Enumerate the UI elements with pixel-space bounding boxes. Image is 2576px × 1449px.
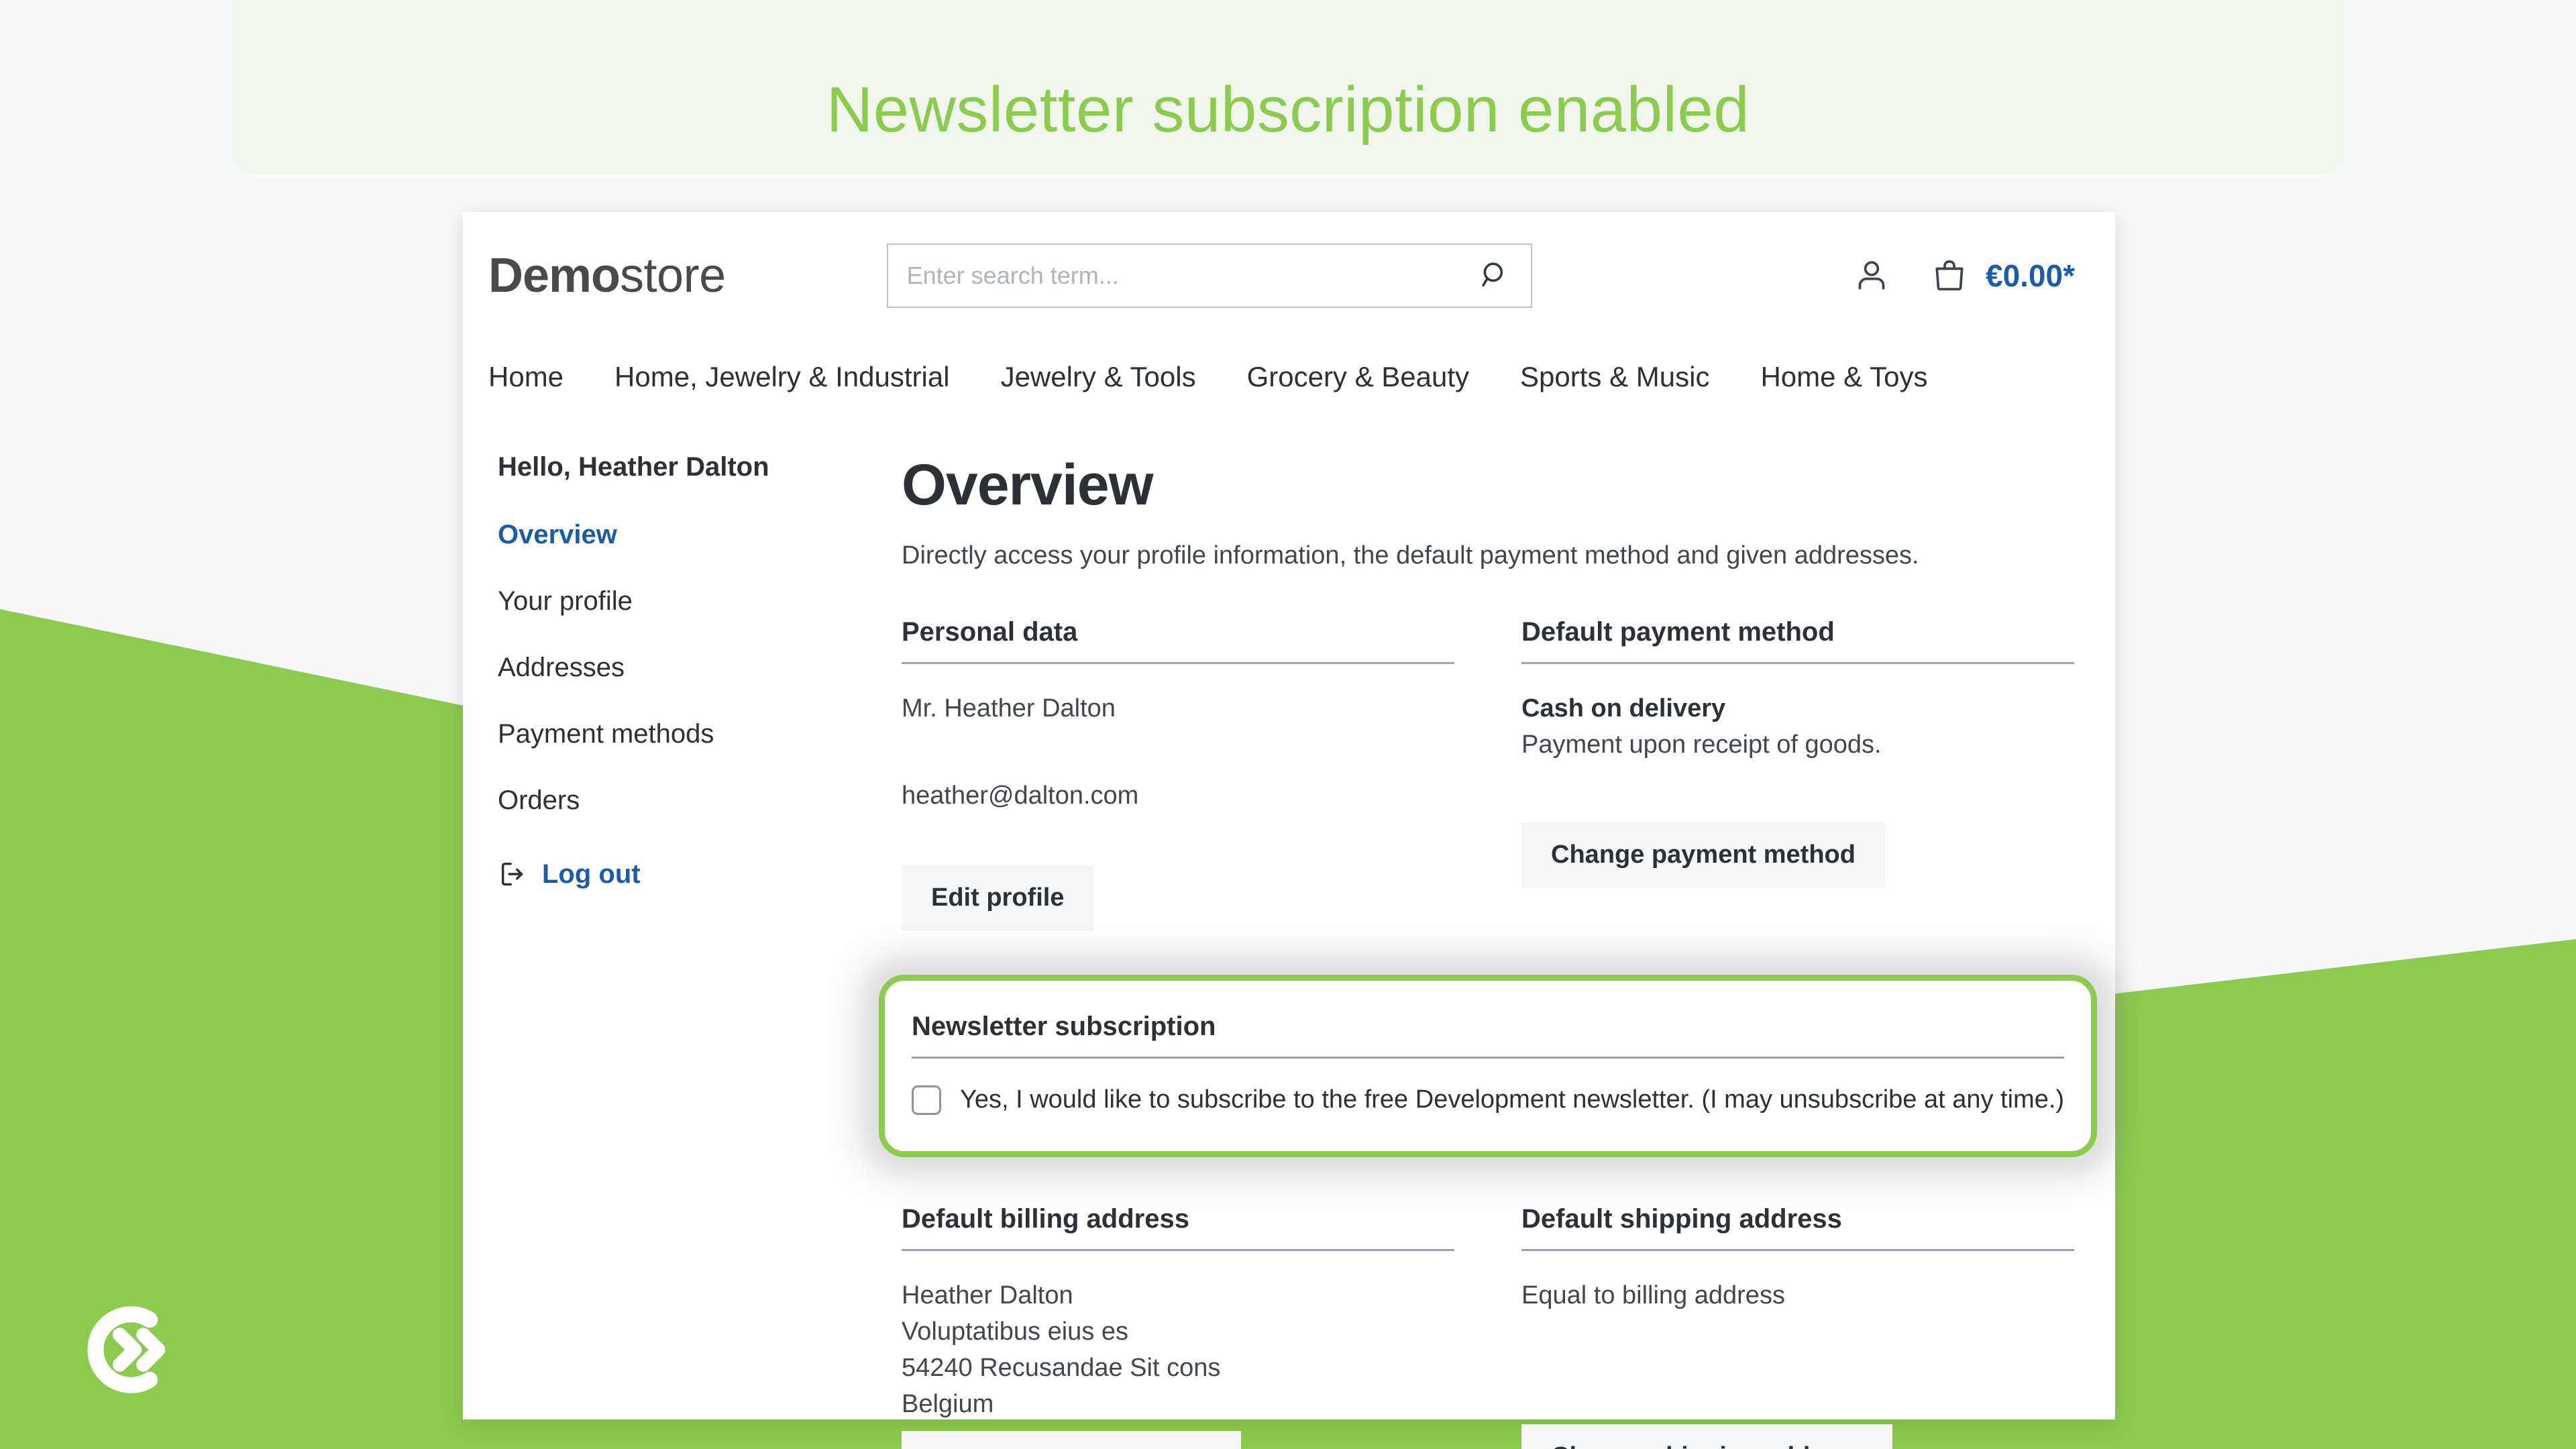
billing-address-line4: Belgium	[902, 1389, 994, 1418]
shop-logo[interactable]: Demostore	[488, 252, 726, 300]
sidebar-item-your-profile[interactable]: Your profile	[498, 586, 877, 616]
edit-profile-button[interactable]: Edit profile	[902, 865, 1094, 930]
main-navigation: Home Home, Jewelry & Industrial Jewelry …	[463, 339, 2115, 415]
status-banner-title: Newsletter subscription enabled	[826, 74, 1750, 146]
billing-address-section: Default billing address Heather Dalton V…	[902, 1204, 1455, 1449]
account-sidebar: Hello, Heather Dalton Overview Your prof…	[488, 452, 877, 1449]
newsletter-checkbox[interactable]	[912, 1085, 941, 1115]
payment-method-section: Default payment method Cash on delivery …	[1521, 617, 2075, 930]
shopping-bag-icon	[1935, 260, 1964, 290]
account-button[interactable]	[1853, 257, 1890, 294]
personal-data-email: heather@dalton.com	[902, 781, 1139, 810]
newsletter-subscription-section: Newsletter subscription Yes, I would lik…	[879, 974, 2098, 1157]
payment-method-heading: Default payment method	[1521, 617, 2075, 664]
account-content: Overview Directly access your profile in…	[877, 452, 2101, 1449]
billing-address-line3: 54240 Recusandae Sit cons	[902, 1353, 1221, 1382]
sidebar-greeting: Hello, Heather Dalton	[498, 452, 769, 482]
user-icon	[1858, 261, 1885, 290]
nav-item-grocery-beauty[interactable]: Grocery & Beauty	[1247, 361, 1469, 393]
logout-icon	[501, 862, 523, 886]
nav-item-sports-music[interactable]: Sports & Music	[1520, 361, 1709, 393]
sidebar-item-addresses[interactable]: Addresses	[498, 653, 877, 683]
newsletter-checkbox-label: Yes, I would like to subscribe to the fr…	[960, 1085, 2065, 1114]
payment-method-description: Payment upon receipt of goods.	[1521, 730, 1882, 759]
shipping-address-heading: Default shipping address	[1521, 1204, 2075, 1251]
nav-item-home-toys[interactable]: Home & Toys	[1760, 361, 1927, 393]
billing-address-heading: Default billing address	[902, 1204, 1455, 1251]
sidebar-item-orders[interactable]: Orders	[498, 786, 877, 816]
sidebar-item-payment-methods[interactable]: Payment methods	[498, 719, 877, 749]
page-subtitle: Directly access your profile information…	[902, 541, 1919, 570]
account-body: Hello, Heather Dalton Overview Your prof…	[463, 415, 2115, 1449]
c-chevron-logo-icon	[87, 1306, 166, 1393]
payment-method-name: Cash on delivery	[1521, 694, 1726, 722]
search-input[interactable]	[906, 262, 1477, 290]
personal-data-section: Personal data Mr. Heather Dalton heather…	[902, 617, 1455, 930]
nav-item-jewelry-tools[interactable]: Jewelry & Tools	[1001, 361, 1196, 393]
shop-logo-light: store	[620, 249, 726, 303]
nav-item-home[interactable]: Home	[488, 361, 564, 393]
search-button[interactable]	[1477, 258, 1513, 294]
change-shipping-address-button[interactable]: Change shipping address	[1521, 1424, 1892, 1449]
newsletter-checkbox-row[interactable]: Yes, I would like to subscribe to the fr…	[912, 1085, 2064, 1115]
cart-total-label: €0.00*	[1985, 258, 2075, 293]
personal-data-name: Mr. Heather Dalton	[902, 694, 1116, 722]
change-payment-method-button[interactable]: Change payment method	[1521, 822, 1885, 888]
shop-header: Demostore Enter search term... €0.00*	[463, 212, 2115, 339]
newsletter-highlight-wrapper: Newsletter subscription Yes, I would lik…	[879, 974, 2098, 1157]
logout-button[interactable]: Log out	[498, 859, 877, 890]
header-actions: €0.00*	[1853, 257, 2090, 294]
shipping-address-line1: Equal to billing address	[1521, 1281, 1785, 1309]
page-title: Overview	[902, 453, 1153, 517]
row-personal-and-payment: Personal data Mr. Heather Dalton heather…	[902, 617, 2075, 930]
shop-logo-bold: Demo	[488, 249, 621, 303]
search-bar[interactable]	[886, 244, 1532, 308]
search-icon	[1481, 262, 1503, 287]
logout-label: Log out	[542, 859, 641, 889]
billing-address-line1: Heather Dalton	[902, 1281, 1073, 1309]
personal-data-heading: Personal data	[902, 617, 1455, 664]
shop-page: Demostore Enter search term... €0.00* Ho…	[463, 212, 2115, 1449]
row-addresses: Default billing address Heather Dalton V…	[902, 1204, 2075, 1449]
newsletter-heading: Newsletter subscription	[912, 1012, 2065, 1059]
sidebar-item-overview[interactable]: Overview	[498, 520, 877, 550]
billing-address-line2: Voluptatibus eius es	[902, 1317, 1129, 1346]
shipping-address-section: Default shipping address Equal to billin…	[1521, 1204, 2075, 1449]
cart-button[interactable]: €0.00*	[1931, 257, 2075, 294]
change-billing-address-button[interactable]: Change billing address	[902, 1430, 1242, 1449]
nav-item-home-jewelry-industrial[interactable]: Home, Jewelry & Industrial	[614, 361, 950, 393]
screenshot-root: Newsletter subscription enabled Demostor…	[0, 0, 2576, 1449]
status-banner: Newsletter subscription enabled	[231, 0, 2345, 174]
